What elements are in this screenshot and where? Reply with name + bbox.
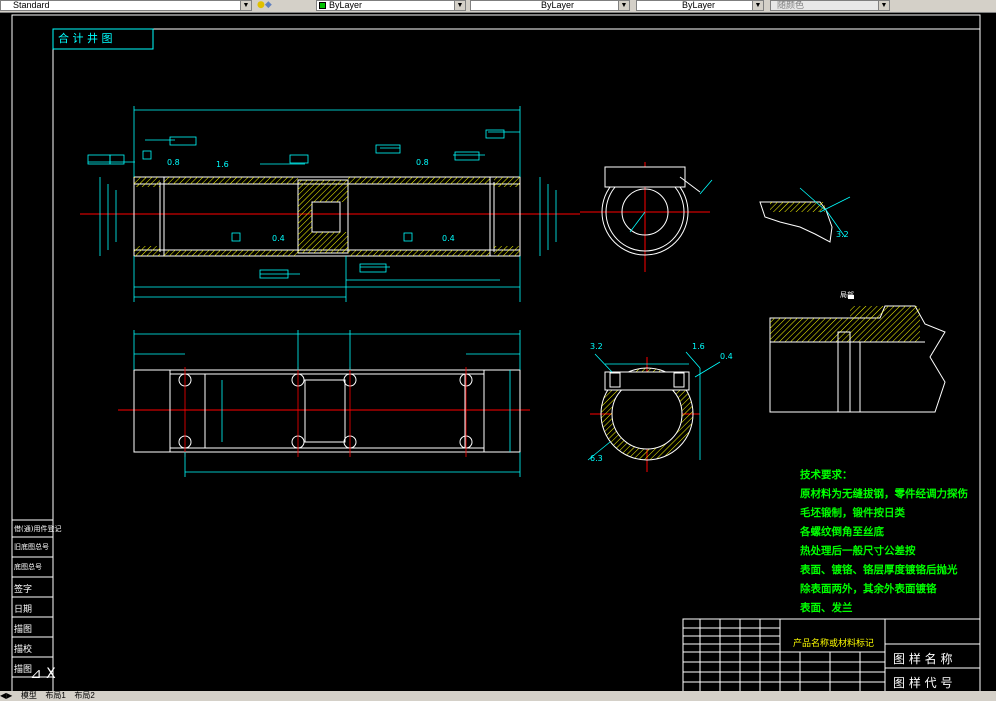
roughness-2: 0.8 (416, 158, 429, 167)
note-line: 除表面两外，其余外表面镀铬 (800, 583, 937, 595)
title-product-line: 产品名称或材料标记 (793, 639, 875, 649)
strip-label: 旧底图总号 (14, 543, 49, 551)
plotstyle-combo[interactable]: 随颜色 ▼ (770, 0, 890, 11)
note-line: 热处理后一般尺寸公差按 (800, 545, 916, 557)
strip-label: 描校 (14, 645, 33, 655)
detail-label: 局部 (840, 291, 854, 299)
roughness-1: 0.8 (167, 158, 180, 167)
linetype-value: ByLayer (541, 0, 575, 10)
tab-model[interactable]: 模型 (21, 691, 37, 700)
title-drawing-name: 图 样 名 称 (893, 652, 953, 666)
strip-label: 借(通)用件登记 (14, 525, 62, 533)
roughness-10: 3.2 (590, 342, 603, 351)
chevron-down-icon[interactable]: ▼ (878, 1, 889, 10)
end-view-top (580, 162, 710, 272)
lineweight-combo[interactable]: ByLayer ▼ (636, 0, 764, 11)
end-view-bottom (590, 357, 700, 472)
roughness-9: 6.3 (590, 454, 603, 463)
color-value: ByLayer (329, 0, 363, 10)
chevron-down-icon[interactable]: ▼ (618, 1, 629, 10)
technical-notes: 技术要求： 原材料为无缝拔钢，零件经调力探伤 毛坯锻制，锻件按日类 各螺纹倒角至… (800, 466, 968, 618)
nav-arrows-icon[interactable]: ◀▶ (0, 691, 12, 700)
plotstyle-value: 随颜色 (777, 0, 805, 10)
strip-label: 描图 (14, 625, 33, 635)
title-drawing-code: 图 样 代 号 (893, 676, 953, 690)
bottom-dims (133, 330, 521, 477)
chevron-down-icon[interactable]: ▼ (454, 1, 465, 10)
ucs-icon: ⊿ X (30, 666, 56, 682)
roughness-4: 0.4 (442, 234, 455, 243)
note-line: 毛坯锻制，锻件按日类 (800, 507, 905, 519)
color-combo[interactable]: ByLayer ▼ (316, 0, 466, 11)
layer-icons[interactable]: ●◆ (257, 0, 297, 11)
roughness-3: 0.4 (272, 234, 285, 243)
assembly-tag: 合 计 井 图 (58, 32, 113, 45)
detail-view-2 (769, 305, 946, 413)
drawing-canvas[interactable]: 合 计 井 图 0.8 0.8 0.4 0.4 1.6 3.2 1.6 0.4 … (0, 12, 996, 696)
lightbulb-icon[interactable]: ● (257, 0, 265, 10)
strip-label: 底图总号 (14, 563, 42, 571)
note-line: 表面、发兰 (800, 602, 853, 614)
detail-view-1 (759, 201, 833, 243)
note-line: 表面、镀铬、铬层厚度镀铬后抛光 (800, 564, 958, 576)
strip-label: 日期 (14, 605, 33, 615)
layout-tabs: ◀▶ 模型 布局1 布局2 (0, 691, 996, 701)
roughness-5: 1.6 (216, 160, 229, 169)
text-style-combo[interactable]: Standard ▼ (0, 0, 252, 11)
bottom-view (118, 369, 530, 453)
text-style-value: Standard (13, 0, 50, 10)
tab-layout1[interactable]: 布局1 (45, 691, 65, 700)
layer-stack-icon[interactable]: ◆ (265, 0, 272, 10)
roughness-8: 0.4 (720, 352, 733, 361)
chevron-down-icon[interactable]: ▼ (240, 1, 251, 10)
linetype-combo[interactable]: ByLayer ▼ (470, 0, 630, 11)
lineweight-value: ByLayer (682, 0, 716, 10)
note-line: 各螺纹倒角至丝底 (800, 526, 884, 538)
tab-layout2[interactable]: 布局2 (74, 691, 94, 700)
roughness-7: 1.6 (692, 342, 705, 351)
main-hatch (134, 177, 520, 256)
roughness-6: 3.2 (836, 230, 849, 239)
note-line: 原材料为无缝拔钢，零件经调力探伤 (800, 488, 968, 500)
strip-label: 签字 (14, 585, 33, 595)
notes-title: 技术要求： (800, 469, 853, 481)
chevron-down-icon[interactable]: ▼ (752, 1, 763, 10)
color-swatch-icon (319, 2, 326, 9)
